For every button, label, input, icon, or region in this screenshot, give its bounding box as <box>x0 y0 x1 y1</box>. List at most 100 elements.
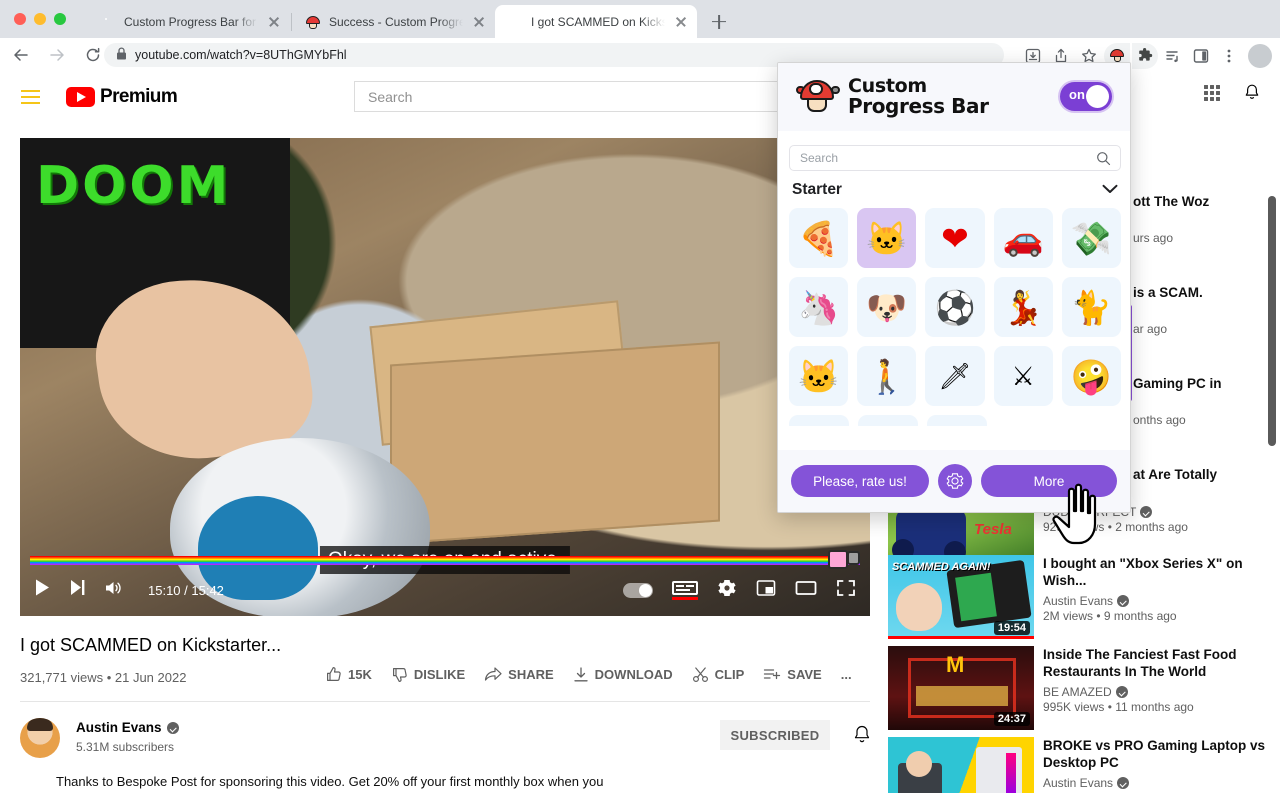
tab-title: Success - Custom ProgressBa <box>329 14 463 29</box>
more-actions-button[interactable]: ... <box>841 667 852 682</box>
reading-list-icon[interactable] <box>1160 43 1186 69</box>
minimize-window-button[interactable] <box>34 13 46 25</box>
recommendation-channel: Austin Evans <box>1043 776 1268 790</box>
sidebar-recommendation-4[interactable]: BROKE vs PRO Gaming Laptop vs Desktop PC… <box>888 737 1268 793</box>
recommendation-stats: 2M views • 9 months ago <box>1043 609 1177 623</box>
extensions-puzzle-icon[interactable] <box>1132 43 1158 69</box>
hello-kitty-icon: 🐱 <box>798 357 840 395</box>
rate-us-button[interactable]: Please, rate us! <box>791 465 929 497</box>
custom-progress-bar-popup: Custom Progress Bar on Search Starter 🍕 … <box>777 62 1131 513</box>
channel-notification-bell-icon[interactable] <box>850 722 874 748</box>
like-button[interactable]: 15K <box>325 666 372 683</box>
theater-mode-icon[interactable] <box>795 579 817 602</box>
video-player[interactable]: DOOM Okay, we are on and active. <box>20 138 870 616</box>
share-button[interactable]: SHARE <box>484 666 554 683</box>
nyan-cat-progress-handle[interactable] <box>826 548 860 572</box>
sidebar-partial-title-4[interactable]: at Are Totally <box>1133 467 1217 482</box>
close-window-button[interactable] <box>14 13 26 25</box>
player-controls-left: 15:10 / 15:42 <box>34 578 224 602</box>
popup-section-header[interactable]: Starter <box>792 181 1118 199</box>
page-scrollbar[interactable] <box>1268 196 1276 446</box>
maximize-window-button[interactable] <box>54 13 66 25</box>
icon-tile-pusheen-cat[interactable]: 🐈 <box>1061 277 1121 337</box>
sidebar-partial-title-2[interactable]: is a SCAM. <box>1133 285 1203 300</box>
back-icon[interactable] <box>6 40 36 70</box>
dislike-button[interactable]: DISLIKE <box>391 666 465 683</box>
icon-tile-empty-1[interactable] <box>789 415 849 426</box>
channel-name-row[interactable]: Austin Evans <box>76 720 179 735</box>
icon-tile-corgi-dog[interactable]: 🐶 <box>857 277 917 337</box>
mouse-cursor-pointing-hand <box>1050 483 1104 545</box>
icon-tile-pixel-heart[interactable]: ❤ <box>925 208 985 268</box>
youtube-premium-logo[interactable]: Premium <box>66 86 178 108</box>
autoplay-toggle[interactable] <box>623 583 653 598</box>
icon-tile-money-cash[interactable]: 💸 <box>1061 208 1121 268</box>
enable-toggle[interactable]: on <box>1060 82 1112 111</box>
subtitles-cc-icon[interactable] <box>672 581 698 600</box>
browser-tab-3[interactable]: I got SCAMMED on Kickstarter <box>495 5 697 38</box>
browser-tab-2[interactable]: Success - Custom ProgressBa <box>293 5 495 38</box>
icon-tile-soccer-ball[interactable]: ⚽ <box>925 277 985 337</box>
video-meta: 321,771 views • 21 Jun 2022 <box>20 670 187 685</box>
icon-tile-empty-2[interactable] <box>858 415 918 426</box>
fullscreen-icon[interactable] <box>836 579 856 602</box>
next-video-button[interactable] <box>69 578 86 602</box>
miniplayer-icon[interactable] <box>756 579 776 602</box>
lightsaber-blade-icon: ⚔ <box>1011 360 1035 391</box>
icon-tile-lightsaber-hilt[interactable]: 🗡 <box>925 346 985 406</box>
sidebar-recommendation-3[interactable]: M 24:37 Inside The Fanciest Fast Food Re… <box>888 646 1268 730</box>
like-count: 15K <box>348 667 372 682</box>
close-tab-icon[interactable] <box>266 14 282 30</box>
settings-gear-icon[interactable] <box>717 578 737 603</box>
new-tab-button[interactable] <box>705 8 733 36</box>
icon-tile-delorean-car[interactable]: 🚗 <box>993 208 1053 268</box>
channel-label: Austin Evans <box>1043 776 1114 790</box>
sidebar-partial-title-1[interactable]: ott The Woz <box>1133 194 1209 209</box>
video-action-bar: 15K DISLIKE SHARE DOWNLOAD CLIP SAVE ... <box>325 666 852 683</box>
sidebar-partial-title-3[interactable]: Gaming PC in <box>1133 376 1222 391</box>
more-vertical-icon[interactable] <box>1216 43 1242 69</box>
play-button[interactable] <box>34 578 51 602</box>
recommendation-stats: 995K views • 11 months ago <box>1043 700 1194 714</box>
icon-tile-yellow-jacket-dance[interactable]: 💃 <box>993 277 1053 337</box>
icon-tile-lightsaber-blade[interactable]: ⚔ <box>993 346 1053 406</box>
search-icon[interactable] <box>1096 151 1111 169</box>
icon-tile-rainbow-dash-pony[interactable]: 🦄 <box>789 277 849 337</box>
clip-button[interactable]: CLIP <box>692 666 744 683</box>
volume-button[interactable] <box>104 579 124 602</box>
tab-title: I got SCAMMED on Kickstarter <box>531 14 665 29</box>
download-button[interactable]: DOWNLOAD <box>573 666 673 683</box>
money-cash-icon: 💸 <box>1070 219 1112 257</box>
sidebar-recommendation-2[interactable]: SCAMMED AGAIN! 19:54 I bought an "Xbox S… <box>888 555 1268 639</box>
popup-search-input[interactable]: Search <box>789 145 1121 171</box>
tab-title: Custom Progress Bar for YouTu <box>124 14 258 29</box>
icon-tile-nyan-cat[interactable]: 🐱 <box>857 208 917 268</box>
browser-tab-1[interactable]: Custom Progress Bar for YouTu <box>88 5 290 38</box>
lightsaber-hilt-icon: 🗡 <box>938 360 972 391</box>
settings-button[interactable] <box>938 464 972 498</box>
icon-tile-hello-kitty[interactable]: 🐱 <box>789 346 849 406</box>
apps-grid-icon[interactable] <box>1204 84 1220 101</box>
subscribe-button[interactable]: SUBSCRIBED <box>720 720 830 750</box>
window-traffic-lights <box>14 13 66 25</box>
icon-tile-pizza[interactable]: 🍕 <box>789 208 849 268</box>
video-progress-bar[interactable] <box>30 550 860 569</box>
hamburger-menu-icon[interactable] <box>20 88 44 106</box>
icon-tile-homer-simpson[interactable]: 🚶 <box>857 346 917 406</box>
youtube-search-input[interactable]: Search <box>354 81 784 112</box>
close-tab-icon[interactable] <box>673 14 689 30</box>
notifications-bell-icon[interactable] <box>1242 82 1262 103</box>
channel-avatar[interactable] <box>20 718 60 758</box>
side-panel-icon[interactable] <box>1188 43 1214 69</box>
chrome-icon <box>100 14 116 30</box>
icon-tile-empty-3[interactable] <box>927 415 987 426</box>
profile-avatar[interactable] <box>1248 44 1272 68</box>
close-tab-icon[interactable] <box>471 14 487 30</box>
chevron-down-icon[interactable] <box>1102 181 1118 199</box>
video-thumbnail: M 24:37 <box>888 646 1034 730</box>
save-button[interactable]: SAVE <box>763 666 822 683</box>
icon-tile-wink-tongue-emoji[interactable]: 🤪 <box>1061 346 1121 406</box>
tab-list: Custom Progress Bar for YouTu Success - … <box>88 5 733 38</box>
nyan-cat-icon: 🐱 <box>866 219 908 257</box>
forward-icon[interactable] <box>42 40 72 70</box>
